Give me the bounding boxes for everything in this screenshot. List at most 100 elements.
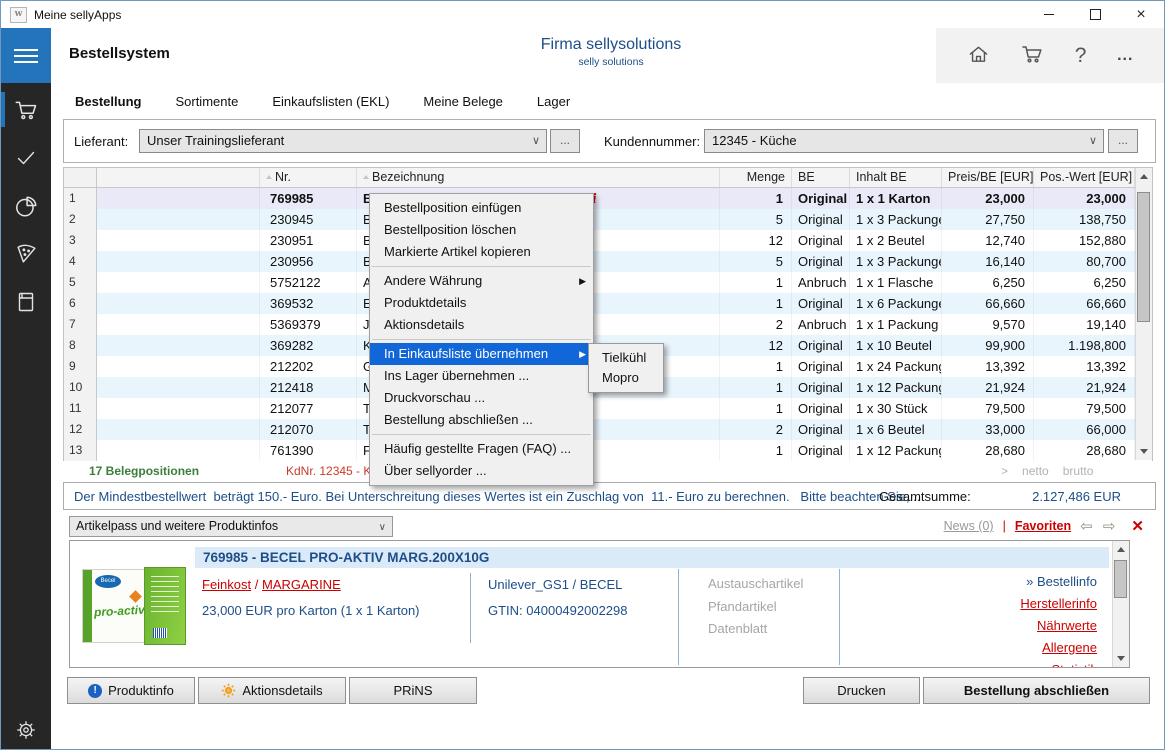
menu-item[interactable]: Über sellyorder ... ▶ <box>370 460 593 482</box>
menu-item[interactable]: Häufig gestellte Fragen (FAQ) ... ▶ <box>370 438 593 460</box>
col-preis[interactable]: Preis/BE [EUR] <box>942 168 1034 187</box>
page-title: Bestellsystem <box>69 45 170 62</box>
table-row[interactable]: 12 212070 TEEK ZITRONENSi 2 Original 1 x… <box>64 419 1152 440</box>
pie-chart-icon <box>13 193 39 219</box>
tab[interactable]: Sortimente <box>171 94 242 109</box>
col-bezeichnung[interactable]: Bezeichnung <box>357 168 720 187</box>
close-button[interactable]: × <box>1118 1 1164 28</box>
menu-item[interactable]: Aktionsdetails ▶ <box>370 314 593 336</box>
sort-icon <box>363 175 369 179</box>
help-button[interactable]: ? <box>1075 44 1087 68</box>
col-be[interactable]: BE <box>792 168 850 187</box>
menu-button[interactable] <box>1 28 51 83</box>
table-row[interactable]: 5 5752122 APPEL ZUCKER Ci 1 Anbruch 1 x … <box>64 272 1152 293</box>
scroll-up-button[interactable] <box>1136 168 1152 185</box>
tab[interactable]: Einkaufslisten (EKL) <box>268 94 393 109</box>
product-gtin: GTIN: 04000492002298 <box>488 603 628 618</box>
scrollbar-thumb[interactable] <box>1137 192 1150 322</box>
cart-button[interactable] <box>1020 42 1044 69</box>
product-flag[interactable]: Austauschartikel <box>708 573 803 596</box>
submenu-arrow-icon: ▶ <box>579 270 586 292</box>
submenu-item[interactable]: Tielkühl <box>589 348 663 368</box>
menu-item[interactable]: Bestellung abschließen ... ▶ <box>370 409 593 431</box>
tab[interactable]: Lager <box>533 94 574 109</box>
netto-toggle[interactable]: netto <box>1022 464 1049 478</box>
tab[interactable]: Meine Belege <box>419 94 507 109</box>
lieferant-select[interactable]: Unser Trainingslieferant ∨ <box>139 129 547 153</box>
produktinfo-button[interactable]: ! Produktinfo <box>67 677 195 704</box>
settings-button[interactable] <box>1 718 51 742</box>
table-row[interactable]: 7 5369379 JAC.LE GRAND Ci 2 Anbruch 1 x … <box>64 314 1152 335</box>
tab[interactable]: Bestellung <box>71 94 145 109</box>
table-row[interactable]: 1 769985 BECEL PRO-AKTIV MARG.200X10Gi 1… <box>64 188 1152 209</box>
drucken-button[interactable]: Drucken <box>803 677 920 704</box>
table-row[interactable]: 11 212077 TEEK TEEFLOTTi 1 Original 1 x … <box>64 398 1152 419</box>
table-row[interactable]: 13 761390 FRISCHLI CREMEi 1 Original 1 x… <box>64 440 1152 461</box>
divider <box>839 569 840 665</box>
table-scrollbar[interactable] <box>1135 168 1152 460</box>
prins-button[interactable]: PRiNS <box>349 677 477 704</box>
col-inhalt[interactable]: Inhalt BE <box>850 168 942 187</box>
news-link[interactable]: News (0) <box>944 519 994 533</box>
more-button[interactable]: ... <box>1117 47 1133 65</box>
product-detail-link[interactable]: Nährwerte <box>1020 615 1097 637</box>
sidebar-item-tasks[interactable] <box>1 143 51 172</box>
prev-next-arrows-icon[interactable]: ⇦ ⇨ <box>1080 517 1118 535</box>
scroll-up-button[interactable] <box>1113 541 1129 558</box>
kunden-browse-button[interactable]: ... <box>1108 129 1138 153</box>
product-detail-link[interactable]: Allergene <box>1020 637 1097 659</box>
scrollbar-thumb[interactable] <box>1114 560 1127 598</box>
menu-item[interactable]: Produktdetails ▶ <box>370 292 593 314</box>
col-menge[interactable]: Menge <box>720 168 792 187</box>
menu-item[interactable]: Andere Währung ▶ <box>370 270 593 292</box>
minimize-button[interactable] <box>1026 1 1072 28</box>
sidebar-item-statistics[interactable] <box>1 191 51 220</box>
aktionsdetails-button[interactable]: Aktionsdetails <box>198 677 346 704</box>
table-row[interactable]: 4 230956 BUER.TORTELLINi 5 Original 1 x … <box>64 251 1152 272</box>
summary-bar: Der Mindestbestellwert beträgt 150.- Eur… <box>63 482 1156 510</box>
home-button[interactable] <box>967 43 990 69</box>
category-link[interactable]: Feinkost <box>202 577 251 592</box>
product-detail-link[interactable]: Statistik <box>1020 659 1097 668</box>
product-flag[interactable]: Pfandartikel <box>708 596 803 619</box>
col-nr[interactable]: Nr. <box>260 168 357 187</box>
submenu-item[interactable]: Mopro <box>589 368 663 388</box>
table-row[interactable]: 3 230951 BUER.SCHUPFNi 12 Original 1 x 2… <box>64 230 1152 251</box>
close-panel-icon[interactable]: ✕ <box>1131 517 1144 535</box>
menu-item[interactable]: Bestellposition löschen ▶ <box>370 219 593 241</box>
context-submenu: TielkühlMopro <box>588 343 664 393</box>
order-table-body: 1 769985 BECEL PRO-AKTIV MARG.200X10Gi 1… <box>64 188 1152 461</box>
sidebar-item-promotions[interactable] <box>1 239 51 268</box>
menu-item[interactable]: Bestellposition einfügen ▶ <box>370 197 593 219</box>
col-wert[interactable]: Pos.-Wert [EUR] <box>1034 168 1135 187</box>
lieferant-label: Lieferant: <box>74 134 128 149</box>
maximize-button[interactable] <box>1072 1 1118 28</box>
scroll-down-button[interactable] <box>1113 650 1129 667</box>
menu-item[interactable]: Ins Lager übernehmen ... ▶ <box>370 365 593 387</box>
bestellung-abschliessen-button[interactable]: Bestellung abschließen <box>923 677 1150 704</box>
product-panel: 769985 - BECEL PRO-AKTIV MARG.200X10G Be… <box>69 540 1130 668</box>
product-flag[interactable]: Datenblatt <box>708 618 803 641</box>
menu-item[interactable]: Druckvorschau ... ▶ <box>370 387 593 409</box>
positions-count: 17 Belegpositionen <box>89 464 199 478</box>
subcategory-link[interactable]: MARGARINE <box>262 577 341 592</box>
triangle-up-icon <box>1140 174 1148 179</box>
brutto-toggle[interactable]: brutto <box>1063 464 1094 478</box>
context-menu: Bestellposition einfügen ▶ Bestellpositi… <box>369 193 594 486</box>
triangle-down-icon <box>1140 449 1148 454</box>
bestellinfo-link[interactable]: » Bestellinfo <box>1020 571 1097 593</box>
lieferant-browse-button[interactable]: ... <box>550 129 580 153</box>
product-detail-link[interactable]: Herstellerinfo <box>1020 593 1097 615</box>
menu-item[interactable]: Markierte Artikel kopieren ▶ <box>370 241 593 263</box>
sidebar-item-order[interactable] <box>1 95 51 124</box>
table-row[interactable]: 2 230945 BUER MAULTASCi 5 Original 1 x 3… <box>64 209 1152 230</box>
panel-scrollbar[interactable] <box>1112 541 1129 667</box>
menu-item[interactable]: In Einkaufsliste übernehmen ▶ <box>370 343 593 365</box>
minimize-icon <box>1044 14 1054 15</box>
sidebar-item-catalog[interactable] <box>1 287 51 316</box>
favoriten-link[interactable]: Favoriten <box>1015 519 1071 533</box>
scroll-down-button[interactable] <box>1136 443 1152 460</box>
product-info-select[interactable]: Artikelpass und weitere Produktinfos ∨ <box>69 516 393 537</box>
kunden-select[interactable]: 12345 - Küche ∨ <box>704 129 1104 153</box>
table-row[interactable]: 6 369532 EDUSCHO ESPRi 1 Original 1 x 6 … <box>64 293 1152 314</box>
